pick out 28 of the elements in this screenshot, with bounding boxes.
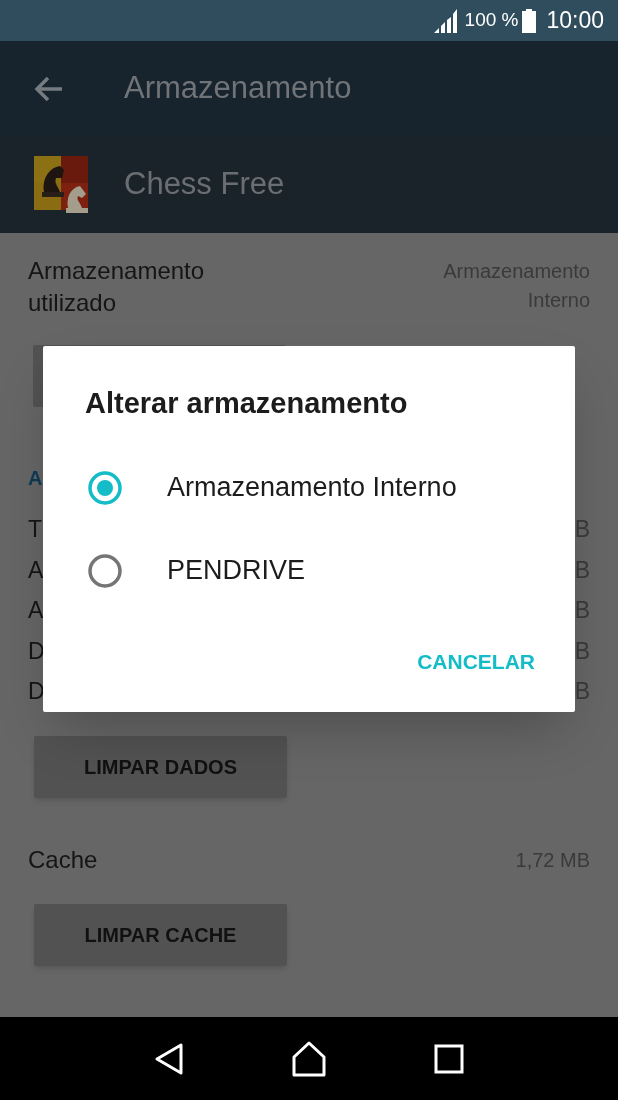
recents-icon[interactable] <box>434 1043 465 1074</box>
row-label: D <box>28 636 45 666</box>
signal-icon <box>432 8 459 33</box>
radio-button[interactable] <box>87 552 123 589</box>
row-label: T <box>28 515 43 544</box>
home-icon[interactable] <box>291 1040 327 1077</box>
row-label: A <box>28 596 44 625</box>
radio-option[interactable]: Armazenamento Interno <box>87 446 527 529</box>
clear-data-button[interactable]: LIMPAR DADOS <box>34 735 287 798</box>
dialog-title: Alterar armazenamento <box>85 386 408 421</box>
row-label: D <box>28 677 45 706</box>
cancel-button[interactable]: CANCELAR <box>407 642 545 682</box>
battery-percent: 100 % <box>464 8 519 33</box>
clear-cache-button[interactable]: LIMPAR CACHE <box>34 903 287 966</box>
cache-label: Cache <box>28 844 98 875</box>
clock: 10:00 <box>546 6 604 36</box>
battery-icon <box>522 8 537 33</box>
option-label: Armazenamento Interno <box>167 471 457 505</box>
back-arrow-icon[interactable] <box>34 75 64 102</box>
row-label: A <box>28 555 44 585</box>
storage-used-label: Armazenamento utilizado <box>28 256 206 318</box>
app-name: Chess Free <box>124 165 285 204</box>
radio-button[interactable] <box>87 469 123 506</box>
option-label: PENDRIVE <box>167 554 306 588</box>
radio-option[interactable]: PENDRIVE <box>87 529 527 612</box>
back-icon[interactable] <box>153 1041 184 1076</box>
toolbar-title: Armazenamento <box>124 69 352 108</box>
section-header: A <box>28 466 43 491</box>
